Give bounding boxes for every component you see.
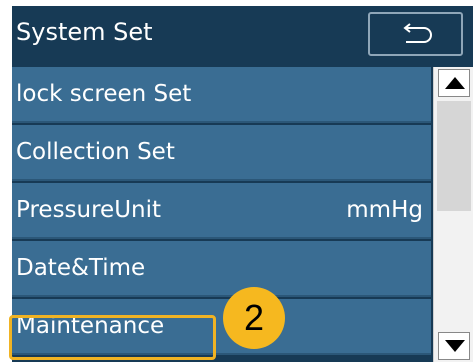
return-arrow-icon [403, 23, 432, 43]
menu-item-date-time[interactable]: Date&Time [12, 241, 431, 297]
scroll-up-arrow-icon [445, 77, 465, 89]
menu-item-collection-set[interactable]: Collection Set [12, 125, 431, 181]
menu-item-maintenance[interactable]: Maintenance [12, 299, 431, 355]
menu-item-label: Maintenance [16, 313, 165, 339]
scroll-up-button[interactable] [438, 69, 470, 97]
menu-item-label: Collection Set [16, 139, 175, 165]
menu-item-label: Date&Time [16, 255, 146, 281]
pressure-unit-value: mmHg [346, 197, 423, 223]
scroll-down-arrow-icon [445, 340, 465, 352]
menu-item-lock-screen-set[interactable]: lock screen Set [12, 67, 431, 123]
vertical-scrollbar[interactable] [433, 67, 473, 362]
menu-item-label: lock screen Set [16, 81, 192, 107]
menu-item-label: PressureUnit [16, 197, 162, 223]
scroll-down-button[interactable] [438, 332, 470, 360]
step-number-badge: 2 [223, 287, 285, 349]
scroll-thumb[interactable] [437, 101, 471, 211]
header-bar: System Set [12, 6, 473, 62]
page-title: System Set [16, 18, 153, 46]
back-button[interactable] [368, 12, 463, 56]
menu-item-pressure-unit[interactable]: PressureUnit mmHg [12, 183, 431, 239]
settings-list: lock screen Set Collection Set PressureU… [12, 67, 431, 362]
